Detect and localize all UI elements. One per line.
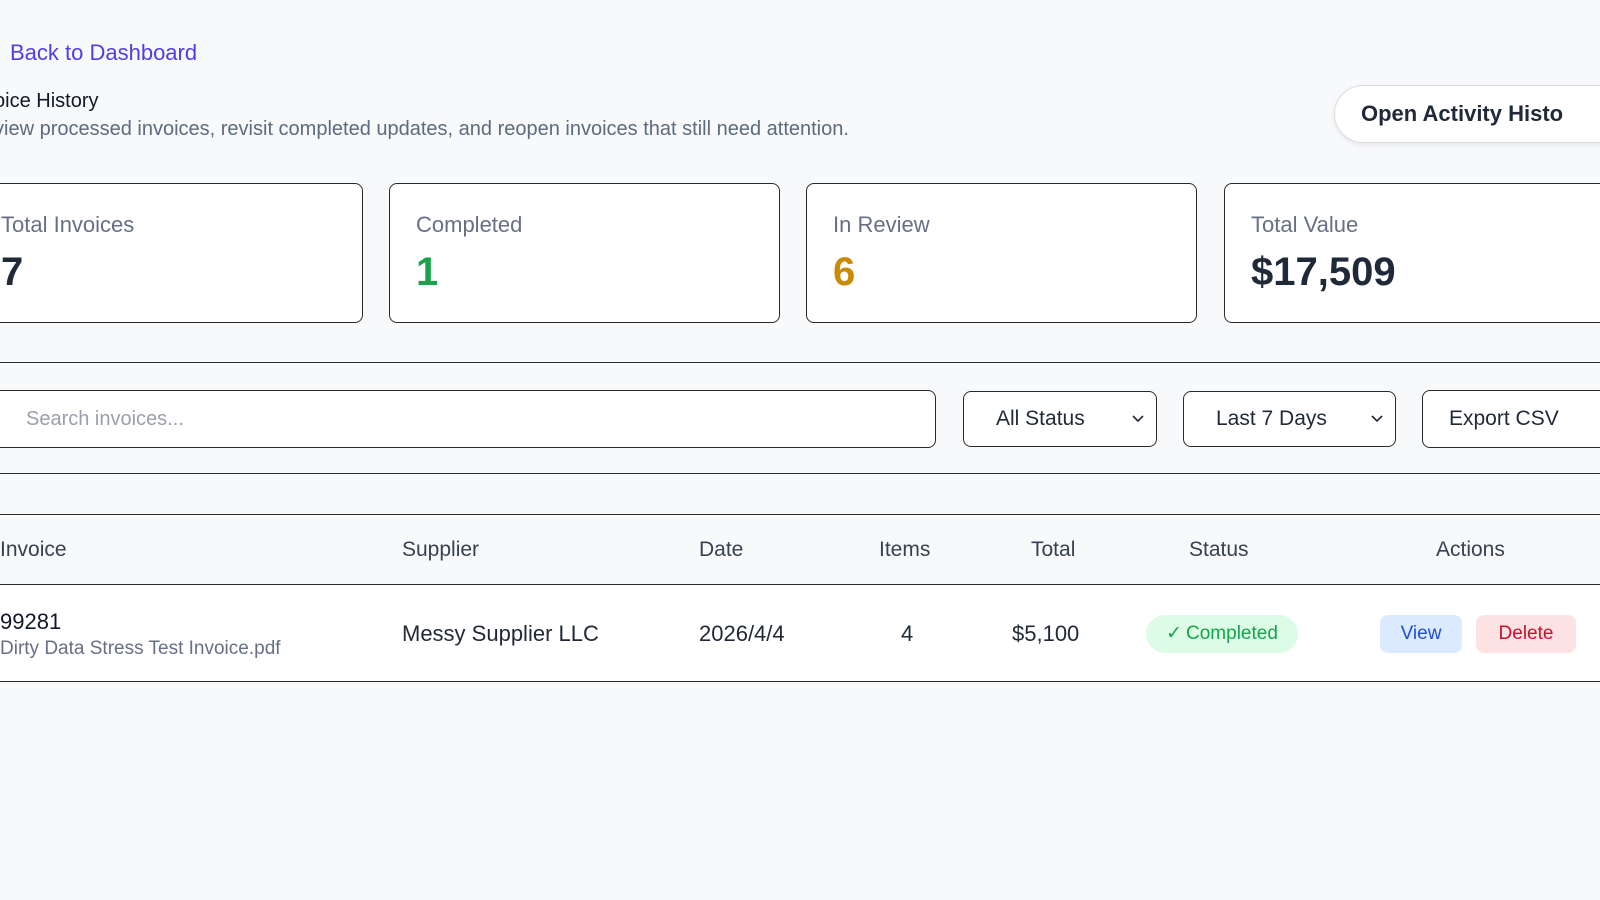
delete-button[interactable]: Delete	[1476, 615, 1576, 653]
column-header-status: Status	[1189, 538, 1249, 561]
view-button[interactable]: View	[1380, 615, 1462, 653]
table-header-row	[0, 516, 1600, 585]
stat-card-total-invoices: Total Invoices 7	[0, 183, 363, 323]
status-text: Completed	[1186, 623, 1278, 644]
date-range-value: Last 7 Days	[1216, 407, 1327, 430]
stat-card-completed: Completed 1	[389, 183, 780, 323]
page-title: oice History	[0, 90, 99, 112]
items-cell: 4	[901, 621, 914, 646]
check-icon: ✓	[1166, 623, 1183, 644]
stat-label: Completed	[416, 212, 523, 237]
column-header-total: Total	[1031, 538, 1076, 561]
chevron-down-icon	[1371, 415, 1383, 423]
stat-label: Total Invoices	[1, 212, 135, 237]
stat-label: In Review	[833, 212, 930, 237]
export-csv-button[interactable]: Export CSV	[1422, 390, 1600, 448]
stat-label: Total Value	[1251, 212, 1359, 237]
status-badge: ✓ Completed	[1146, 615, 1298, 653]
status-filter-dropdown[interactable]: All Status	[963, 391, 1157, 447]
invoice-number: 99281	[0, 609, 62, 634]
stat-value: $17,509	[1251, 250, 1396, 294]
column-header-actions: Actions	[1436, 538, 1505, 561]
stat-value: 6	[833, 250, 856, 294]
stat-card-in-review: In Review 6	[806, 183, 1197, 323]
page-subtitle: view processed invoices, revisit complet…	[0, 118, 849, 140]
chevron-down-icon	[1132, 415, 1144, 423]
total-cell: $5,100	[1012, 621, 1080, 646]
open-activity-history-button[interactable]: Open Activity Histo	[1334, 85, 1600, 143]
column-header-date: Date	[699, 538, 744, 561]
back-to-dashboard-link[interactable]: Back to Dashboard	[10, 40, 197, 66]
stat-value: 1	[416, 250, 439, 294]
stat-value: 7	[1, 250, 24, 294]
status-filter-value: All Status	[996, 407, 1085, 430]
date-range-dropdown[interactable]: Last 7 Days	[1183, 391, 1396, 447]
column-header-invoice: Invoice	[0, 538, 67, 561]
supplier-cell: Messy Supplier LLC	[402, 621, 599, 646]
date-cell: 2026/4/4	[699, 621, 785, 646]
stat-card-total-value: Total Value $17,509	[1224, 183, 1600, 323]
search-input[interactable]	[0, 390, 936, 448]
column-header-supplier: Supplier	[402, 538, 480, 561]
invoice-file-name: Dirty Data Stress Test Invoice.pdf	[0, 638, 281, 659]
column-header-items: Items	[879, 538, 931, 561]
